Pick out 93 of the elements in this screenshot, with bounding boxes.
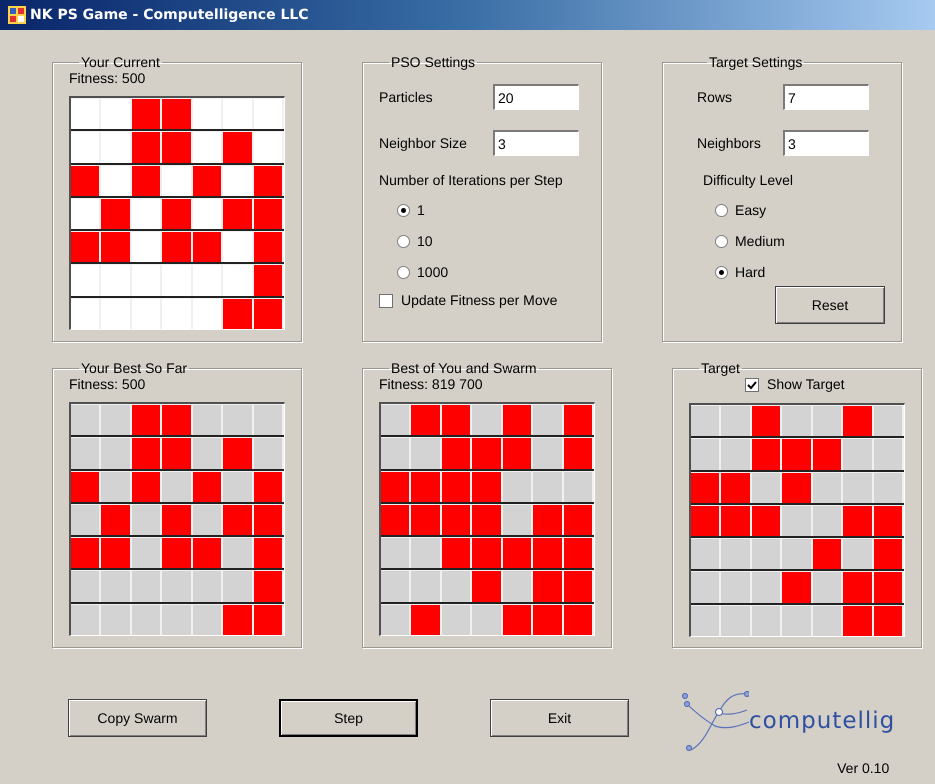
radio-button[interactable] (715, 204, 728, 217)
radio-label: Medium (735, 232, 785, 251)
reset-button[interactable]: Reset (775, 286, 885, 324)
grid-cell[interactable] (162, 298, 191, 329)
grid-cell[interactable] (132, 232, 160, 262)
grid-cell[interactable] (223, 166, 252, 196)
grid-cell[interactable] (223, 298, 252, 329)
grid-cell[interactable] (223, 232, 252, 262)
grid-cell[interactable] (254, 99, 282, 130)
difficulty-label: Difficulty Level (702, 171, 794, 190)
fitness-text: Fitness: 500 (69, 70, 146, 86)
action-button[interactable]: Step (279, 699, 418, 737)
grid-cell[interactable] (162, 99, 191, 130)
input-field[interactable]: 3 (783, 130, 869, 156)
group-title: Your Current (80, 54, 161, 70)
grid-cell[interactable] (254, 298, 282, 329)
grid-cell[interactable] (162, 265, 191, 296)
grid-cell[interactable] (71, 198, 100, 230)
grid-cell[interactable] (254, 132, 282, 163)
checkbox[interactable] (745, 378, 759, 392)
grid-cell[interactable] (71, 132, 100, 163)
grid-cell[interactable] (192, 198, 222, 230)
field-label: Neighbor Size (379, 134, 468, 153)
grid-cell[interactable] (254, 265, 282, 296)
grid-cell[interactable] (162, 166, 191, 196)
grid-cell[interactable] (223, 99, 252, 130)
grid-cell[interactable] (192, 298, 222, 329)
grid-cell[interactable] (254, 166, 282, 196)
checkbox-label: Update Fitness per Move (401, 291, 558, 310)
input-field[interactable]: 20 (493, 84, 579, 110)
radio-button[interactable] (397, 266, 410, 279)
iterations-label: Number of Iterations per Step (379, 171, 564, 190)
grid-cell[interactable] (101, 232, 130, 262)
version-text: Ver 0.10 (837, 759, 890, 778)
grid-cell[interactable] (162, 132, 191, 163)
grid-cell[interactable] (192, 166, 222, 196)
group-title: Target Settings (708, 54, 804, 70)
input-field[interactable]: 3 (493, 130, 579, 156)
field-label: Neighbors (697, 134, 762, 153)
radio-button[interactable] (715, 235, 728, 248)
action-button[interactable]: Exit (490, 699, 629, 737)
action-button[interactable]: Copy Swarm (68, 699, 207, 737)
app-icon (8, 6, 26, 24)
grid-cell[interactable] (254, 232, 282, 262)
grid-cell[interactable] (223, 132, 252, 163)
grid-cell[interactable] (162, 198, 191, 230)
check-icon (747, 380, 757, 390)
group-title: Best of You and Swarm (390, 360, 538, 376)
grid-cell[interactable] (71, 232, 100, 262)
grid-cell[interactable] (71, 298, 100, 329)
radio-button[interactable] (397, 235, 410, 248)
radio-button[interactable] (715, 266, 728, 279)
grid-cell[interactable] (132, 198, 160, 230)
group-title: Target (700, 360, 741, 376)
grid-cell[interactable] (101, 99, 130, 130)
window-title: NK PS Game - Computelligence LLC (30, 6, 309, 24)
group-title: PSO Settings (390, 54, 476, 70)
grid-cell[interactable] (101, 132, 130, 163)
grid-cell[interactable] (132, 99, 160, 130)
grid-cell[interactable] (192, 99, 222, 130)
grid-cell[interactable] (162, 232, 191, 262)
radio-label: 10 (417, 232, 433, 251)
grid-cell[interactable] (192, 265, 222, 296)
fitness-text: Fitness: 819 700 (379, 376, 484, 392)
logo-text: computellig (749, 706, 896, 736)
grid-cell[interactable] (223, 198, 252, 230)
radio-label: 1 (417, 201, 425, 220)
grid-cell[interactable] (71, 99, 100, 130)
grid-cell[interactable] (101, 265, 130, 296)
field-label: Particles (379, 88, 434, 106)
checkbox-label: Show Target (767, 375, 845, 394)
radio-label: Easy (735, 201, 766, 220)
grid-cell[interactable] (132, 265, 160, 296)
grid-cell[interactable] (132, 132, 160, 163)
grid-cell[interactable] (101, 166, 130, 196)
grid-cell[interactable] (101, 198, 130, 230)
group-title: Your Best So Far (80, 360, 188, 376)
grid-cell[interactable] (132, 298, 160, 329)
input-field[interactable]: 7 (783, 84, 869, 110)
grid-cell[interactable] (192, 132, 222, 163)
grid-cell[interactable] (132, 166, 160, 196)
grid-cell[interactable] (254, 198, 282, 230)
checkbox[interactable] (379, 294, 393, 308)
radio-label: 1000 (417, 263, 448, 282)
grid-cell[interactable] (71, 166, 100, 196)
field-label: Rows (697, 88, 734, 106)
grid-cell[interactable] (71, 265, 100, 296)
radio-label: Hard (735, 263, 766, 282)
grid-cell[interactable] (192, 232, 222, 262)
grid-cell[interactable] (101, 298, 130, 329)
radio-button[interactable] (397, 204, 410, 217)
fitness-text: Fitness: 500 (69, 376, 146, 392)
grid-cell[interactable] (223, 265, 252, 296)
